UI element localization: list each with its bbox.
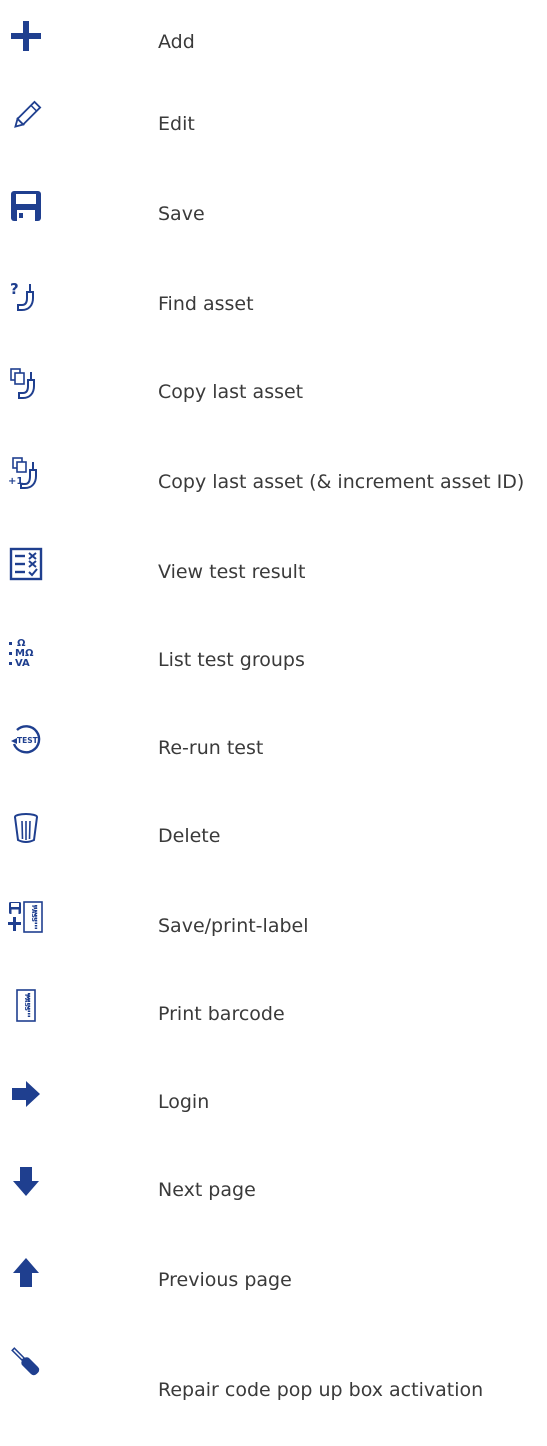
legend-label: Copy last asset (& increment asset ID) [158, 471, 525, 493]
legend-label: Save [158, 203, 205, 225]
legend-row-add: Add [0, 18, 547, 58]
legend-label: Save/print-label [158, 915, 309, 937]
legend-label: Find asset [158, 293, 254, 315]
legend-label: Copy last asset [158, 381, 304, 403]
icon-text-pass: PASS [30, 905, 37, 922]
legend-row-previous-page: Previous page [0, 1254, 547, 1294]
test-groups-icon: Ω MΩ VA [8, 634, 44, 670]
legend-row-repair-code: Repair code pop up box activation [0, 1344, 547, 1401]
legend-row-copy-last-asset: Copy last asset [0, 366, 547, 406]
legend-row-login: Login [0, 1076, 547, 1116]
legend-row-list-test-groups: Ω MΩ VA List test groups [0, 634, 547, 674]
legend-label: Login [158, 1091, 210, 1113]
legend-label: List test groups [158, 649, 305, 671]
legend-row-delete: Delete [0, 810, 547, 850]
find-asset-icon: ? [8, 278, 44, 314]
legend-row-find-asset: ? Find asset [0, 278, 547, 318]
trash-bin-icon [8, 810, 44, 846]
legend-row-edit: Edit [0, 98, 547, 138]
pencil-icon [8, 98, 44, 134]
save-print-label-icon: PASS [8, 900, 44, 936]
legend-label: Re-run test [158, 737, 264, 759]
legend-label: View test result [158, 561, 306, 583]
arrow-up-icon [8, 1254, 44, 1290]
legend-row-rerun-test: TEST Re-run test [0, 722, 547, 762]
legend-label: Delete [158, 825, 221, 847]
barcode-icon: PASS [8, 988, 44, 1024]
floppy-disk-icon [8, 188, 44, 224]
svg-text:?: ? [10, 280, 19, 298]
plus-icon [8, 18, 44, 54]
icon-legend-list: Add Edit Save ? Find asset Copy last ass… [0, 0, 547, 1446]
copy-increment-asset-icon: +1 [8, 456, 44, 492]
icon-text-pass: PASS [23, 994, 30, 1011]
rerun-test-icon: TEST [8, 722, 44, 758]
legend-row-save-print-label: PASS Save/print-label [0, 900, 547, 940]
legend-label: Print barcode [158, 1003, 285, 1025]
legend-label: Add [158, 31, 195, 53]
arrow-right-icon [8, 1076, 44, 1112]
copy-asset-icon [8, 366, 44, 402]
legend-label: Edit [158, 113, 195, 135]
icon-text-test: TEST [17, 736, 39, 745]
icon-text-va: VA [15, 658, 30, 669]
legend-row-view-test-result: View test result [0, 546, 547, 586]
legend-row-next-page: Next page [0, 1164, 547, 1204]
legend-row-print-barcode: PASS Print barcode [0, 988, 547, 1028]
legend-row-copy-increment: +1 Copy last asset (& increment asset ID… [0, 456, 547, 496]
screwdriver-icon [8, 1344, 44, 1380]
arrow-down-icon [8, 1164, 44, 1200]
legend-row-save: Save [0, 188, 547, 228]
legend-label: Repair code pop up box activation [158, 1379, 484, 1401]
legend-label: Previous page [158, 1269, 292, 1291]
legend-label: Next page [158, 1179, 256, 1201]
checklist-icon [8, 546, 44, 582]
